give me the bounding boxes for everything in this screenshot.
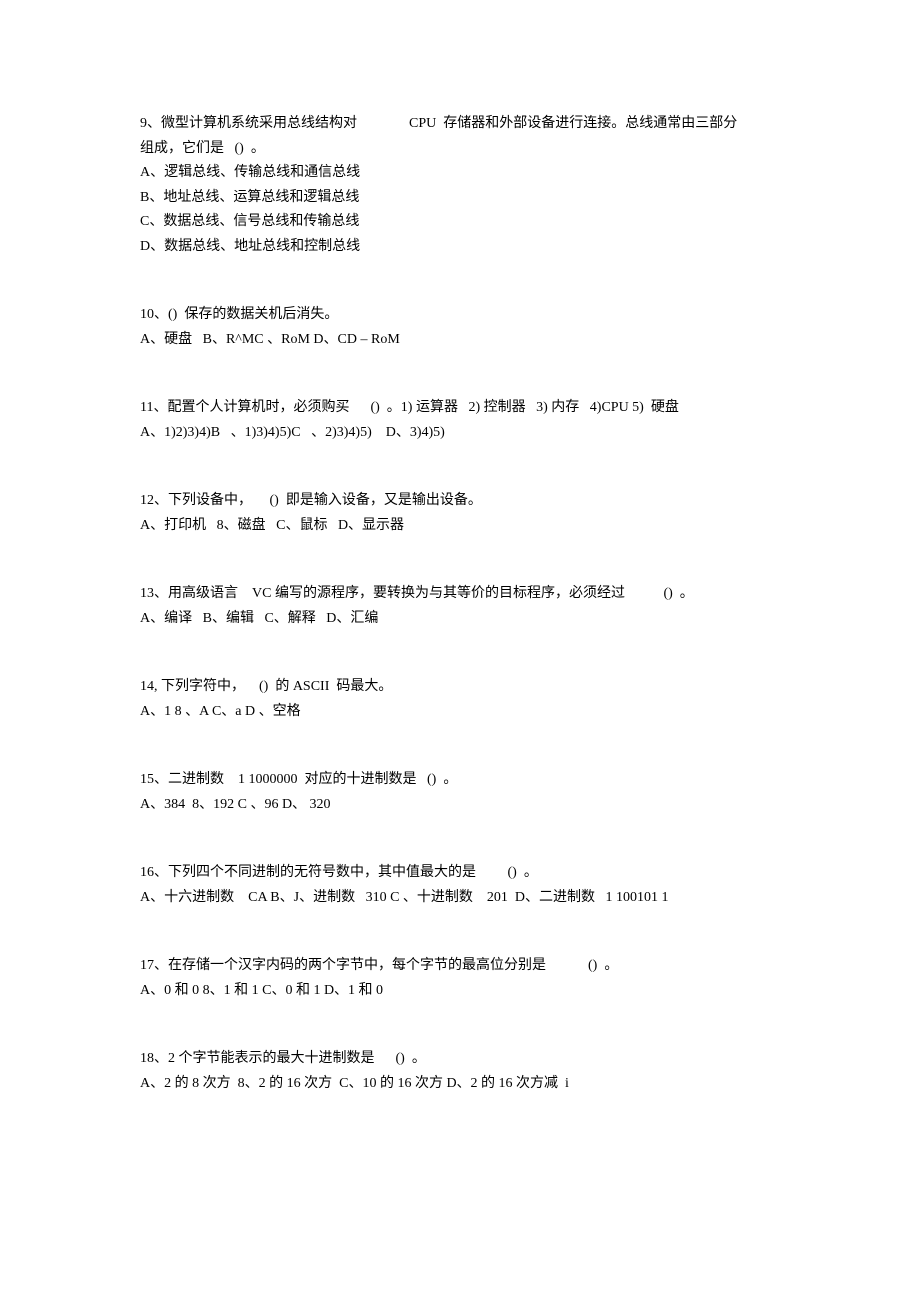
options-line: A、0 和 0 8、1 和 1 C、0 和 1 D、1 和 0 [140, 979, 780, 1004]
options-line: A、2 的 8 次方 8、2 的 16 次方 C、10 的 16 次方 D、2 … [140, 1072, 780, 1097]
question-13: 13、用高级语言 VC 编写的源程序，要转换为与其等价的目标程序，必须经过 ()… [140, 582, 780, 631]
question-stem: 16、下列四个不同进制的无符号数中，其中值最大的是 () 。 [140, 861, 780, 886]
options-line: A、十六进制数 CA B、J、进制数 310 C 、十进制数 201 D、二进制… [140, 886, 780, 911]
question-stem: 14, 下列字符中， () 的 ASCII 码最大。 [140, 675, 780, 700]
question-14: 14, 下列字符中， () 的 ASCII 码最大。 A、1 8 、A C、a … [140, 675, 780, 724]
question-stem: 10、() 保存的数据关机后消失。 [140, 303, 780, 328]
option-c: C、数据总线、信号总线和传输总线 [140, 210, 780, 235]
question-stem: 15、二进制数 1 1000000 对应的十进制数是 () 。 [140, 768, 780, 793]
question-stem: 17、在存储一个汉字内码的两个字节中，每个字节的最高位分别是 () 。 [140, 954, 780, 979]
question-stem: 11、配置个人计算机时，必须购买 () 。1) 运算器 2) 控制器 3) 内存… [140, 396, 780, 421]
question-stem: 13、用高级语言 VC 编写的源程序，要转换为与其等价的目标程序，必须经过 ()… [140, 582, 780, 607]
options-line: A、打印机 8、磁盘 C、鼠标 D、显示器 [140, 514, 780, 539]
question-stem: 18、2 个字节能表示的最大十进制数是 () 。 [140, 1047, 780, 1072]
options-line: A、384 8、192 C 、96 D、 320 [140, 793, 780, 818]
options-line: A、硬盘 B、R^MC 、RoM D、CD – RoM [140, 328, 780, 353]
question-stem-line-1: 9、微型计算机系统采用总线结构对 CPU 存储器和外部设备进行连接。总线通常由三部… [140, 112, 780, 137]
options-line: A、1)2)3)4)B 、1)3)4)5)C 、2)3)4)5) D、3)4)5… [140, 421, 780, 446]
question-16: 16、下列四个不同进制的无符号数中，其中值最大的是 () 。 A、十六进制数 C… [140, 861, 780, 910]
question-17: 17、在存储一个汉字内码的两个字节中，每个字节的最高位分别是 () 。 A、0 … [140, 954, 780, 1003]
question-18: 18、2 个字节能表示的最大十进制数是 () 。 A、2 的 8 次方 8、2 … [140, 1047, 780, 1096]
stem-part-b: CPU 存储器和外部设备进行连接。总线通常由三部分 [409, 116, 737, 131]
question-10: 10、() 保存的数据关机后消失。 A、硬盘 B、R^MC 、RoM D、CD … [140, 303, 780, 352]
document-page: 9、微型计算机系统采用总线结构对 CPU 存储器和外部设备进行连接。总线通常由三部… [0, 0, 920, 1303]
question-15: 15、二进制数 1 1000000 对应的十进制数是 () 。 A、384 8、… [140, 768, 780, 817]
question-11: 11、配置个人计算机时，必须购买 () 。1) 运算器 2) 控制器 3) 内存… [140, 396, 780, 445]
stem-part-a: 9、微型计算机系统采用总线结构对 [140, 116, 357, 131]
question-12: 12、下列设备中， () 即是输入设备，又是输出设备。 A、打印机 8、磁盘 C… [140, 489, 780, 538]
option-b: B、地址总线、运算总线和逻辑总线 [140, 186, 780, 211]
option-d: D、数据总线、地址总线和控制总线 [140, 235, 780, 260]
question-9: 9、微型计算机系统采用总线结构对 CPU 存储器和外部设备进行连接。总线通常由三部… [140, 112, 780, 259]
options-line: A、编译 B、编辑 C、解释 D、汇编 [140, 607, 780, 632]
options-line: A、1 8 、A C、a D 、空格 [140, 700, 780, 725]
question-stem: 12、下列设备中， () 即是输入设备，又是输出设备。 [140, 489, 780, 514]
option-a: A、逻辑总线、传输总线和通信总线 [140, 161, 780, 186]
question-stem-line-2: 组成，它们是 () 。 [140, 137, 780, 162]
